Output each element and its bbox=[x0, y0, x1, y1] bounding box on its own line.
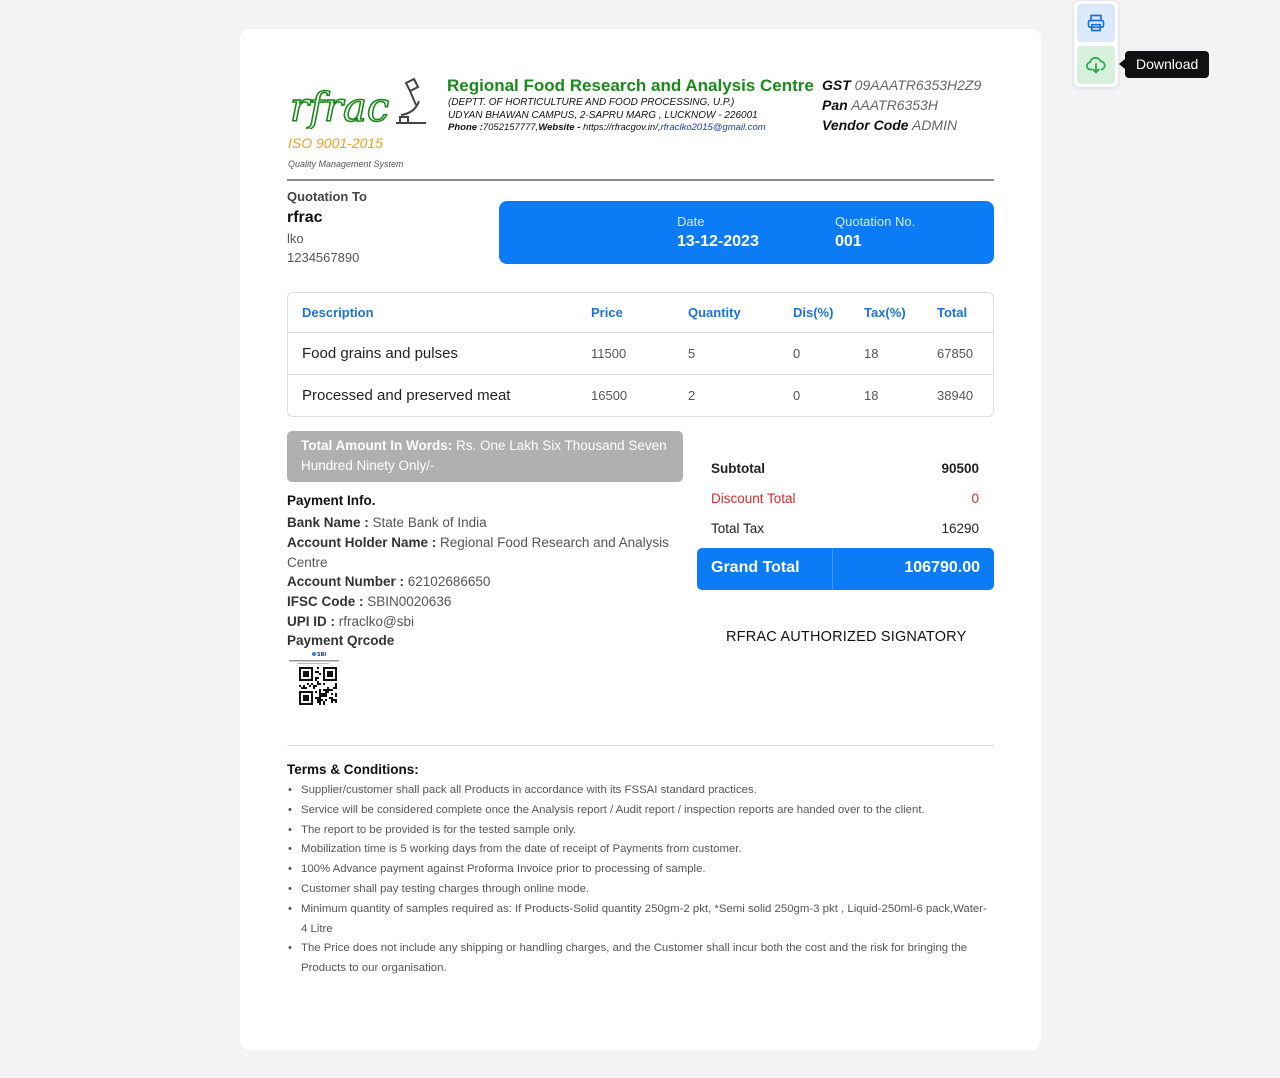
item-discount: 0 bbox=[793, 346, 801, 361]
terms-item: 100% Advance payment against Proforma In… bbox=[288, 860, 991, 880]
quotation-meta-box: Date 13-12-2023 Quotation No. 001 bbox=[499, 201, 994, 264]
terms-divider bbox=[287, 745, 994, 746]
quotation-date: 13-12-2023 bbox=[677, 233, 759, 250]
subtotal-value: 90500 bbox=[941, 461, 979, 476]
terms-item: Service will be considered complete once… bbox=[288, 801, 991, 821]
quotation-number-label: Quotation No. bbox=[835, 214, 916, 229]
terms-item: Supplier/customer shall pack all Product… bbox=[288, 781, 991, 801]
qms-caption: Quality Management System bbox=[288, 159, 404, 169]
client-phone: 1234567890 bbox=[287, 250, 360, 265]
item-discount: 0 bbox=[793, 388, 801, 403]
terms-title: Terms & Conditions: bbox=[287, 762, 419, 777]
table-row: Food grains and pulses 11500 5 0 18 6785… bbox=[288, 333, 993, 375]
iso-certification: ISO 9001-2015 bbox=[288, 135, 383, 151]
authorized-signatory: RFRAC AUTHORIZED SIGNATORY bbox=[726, 629, 967, 645]
tax-label: Total Tax bbox=[711, 521, 765, 536]
qr-code-image: SBI bbox=[287, 650, 345, 708]
date-label: Date bbox=[677, 214, 705, 229]
item-quantity: 2 bbox=[688, 388, 696, 403]
grand-total-bar: Grand Total 106790.00 bbox=[697, 548, 994, 590]
pan-number: Pan AAATR6353H bbox=[822, 97, 938, 113]
logo-text: rfrac bbox=[290, 85, 389, 129]
payment-info-title: Payment Info. bbox=[287, 493, 376, 508]
table-header-row: Description Price Quantity Dis(%) Tax(%)… bbox=[288, 293, 993, 333]
account-holder: Account Holder Name : Regional Food Rese… bbox=[287, 535, 669, 570]
payment-qrcode-label: Payment Qrcode bbox=[287, 633, 395, 648]
grand-total-value: 106790.00 bbox=[904, 559, 980, 576]
items-table: Description Price Quantity Dis(%) Tax(%)… bbox=[287, 292, 994, 417]
terms-item: Customer shall pay testing charges throu… bbox=[288, 880, 991, 900]
upi-id: UPI ID : rfraclko@sbi bbox=[287, 614, 415, 629]
vendor-code: Vendor Code ADMIN bbox=[822, 117, 958, 133]
terms-item: The Price does not include any shipping … bbox=[288, 939, 991, 979]
discount-label: Discount Total bbox=[711, 491, 796, 506]
item-tax: 18 bbox=[864, 388, 879, 403]
print-button[interactable] bbox=[1077, 4, 1115, 42]
org-phone: 7052157777, bbox=[482, 122, 539, 133]
header-divider bbox=[287, 179, 994, 181]
item-description: Processed and preserved meat bbox=[302, 387, 511, 404]
item-price: 16500 bbox=[591, 388, 628, 403]
bank-name: Bank Name : State Bank of India bbox=[287, 515, 487, 530]
rfrac-logo: rfrac bbox=[289, 77, 426, 129]
amount-in-words: Total Amount In Words: Rs. One Lakh Six … bbox=[287, 431, 683, 482]
gst-number: GST 09AAATR6353H2Z9 bbox=[822, 77, 982, 93]
department-line: (DEPTT. OF HORTICULTURE AND FOOD PROCESS… bbox=[448, 97, 735, 108]
organization-name: Regional Food Research and Analysis Cent… bbox=[447, 76, 814, 95]
grand-total-divider bbox=[832, 548, 833, 590]
item-description: Food grains and pulses bbox=[302, 345, 458, 362]
subtotal-label: Subtotal bbox=[711, 461, 765, 476]
item-tax: 18 bbox=[864, 346, 879, 361]
tax-value: 16290 bbox=[941, 521, 979, 536]
terms-item: Minimum quantity of samples required as:… bbox=[288, 900, 991, 940]
item-quantity: 5 bbox=[688, 346, 696, 361]
sbi-logo: SBI bbox=[317, 652, 326, 658]
download-tooltip: Download bbox=[1118, 51, 1210, 78]
download-button[interactable] bbox=[1077, 46, 1115, 84]
col-discount: Dis(%) bbox=[793, 305, 834, 320]
quotation-number: 001 bbox=[835, 233, 862, 250]
phone-label: Phone : bbox=[448, 122, 483, 133]
table-row: Processed and preserved meat 16500 2 0 1… bbox=[288, 375, 993, 417]
client-name: rfrac bbox=[287, 209, 323, 226]
address-line: UDYAN BHAWAN CAMPUS, 2-SAPRU MARG , LUCK… bbox=[448, 110, 758, 121]
cloud-download-icon bbox=[1085, 56, 1106, 74]
website-label: Website - bbox=[538, 122, 584, 133]
payment-qrcode: SBI bbox=[287, 650, 345, 708]
client-city: lko bbox=[287, 231, 304, 246]
printer-icon bbox=[1087, 14, 1105, 32]
terms-item: The report to be provided is for the tes… bbox=[288, 821, 991, 841]
contact-line: Phone :7052157777,Website - https://rfra… bbox=[448, 122, 766, 133]
col-price: Price bbox=[591, 305, 623, 320]
account-number: Account Number : 62102686650 bbox=[287, 574, 491, 589]
quotation-document: rfrac ISO 9001-2015 Quality Management S… bbox=[240, 29, 1041, 1050]
col-tax: Tax(%) bbox=[864, 305, 906, 320]
terms-item: Mobilization time is 5 working days from… bbox=[288, 840, 991, 860]
grand-total-label: Grand Total bbox=[711, 559, 800, 576]
terms-list: Supplier/customer shall pack all Product… bbox=[288, 781, 991, 979]
document-actions bbox=[1074, 1, 1118, 87]
discount-value: 0 bbox=[971, 491, 979, 506]
col-description: Description bbox=[302, 305, 374, 320]
ifsc-code: IFSC Code : SBIN0020636 bbox=[287, 594, 452, 609]
microscope-icon bbox=[396, 77, 426, 124]
col-quantity: Quantity bbox=[688, 305, 741, 320]
item-total: 38940 bbox=[937, 388, 974, 403]
org-website[interactable]: https://rfracgov.in/, bbox=[583, 122, 660, 133]
col-total: Total bbox=[937, 305, 968, 320]
item-total: 67850 bbox=[937, 346, 974, 361]
org-email[interactable]: rfraclko2015@gmail.com bbox=[660, 122, 765, 133]
item-price: 11500 bbox=[591, 346, 627, 361]
quotation-to-label: Quotation To bbox=[287, 189, 367, 204]
amount-in-words-label: Total Amount In Words: bbox=[301, 438, 453, 453]
